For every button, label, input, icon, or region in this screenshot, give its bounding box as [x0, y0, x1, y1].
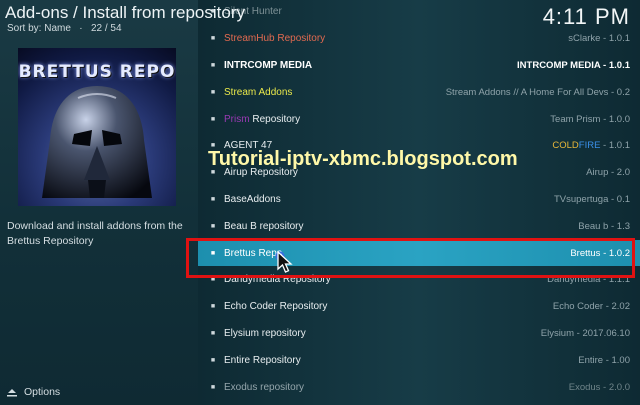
list-item-meta: Brettus - 1.0.2 [570, 247, 630, 259]
helmet-icon [42, 86, 152, 198]
bullet-icon: ■ [210, 249, 216, 257]
list-item[interactable]: ■ Beau B repository Beau b - 1.3 [198, 213, 640, 240]
list-item[interactable]: ■ Prism Repository Team Prism - 1.0.0 [198, 106, 640, 133]
list-position: 22 / 54 [90, 23, 122, 34]
list-item-name: Brettus Repo [224, 247, 283, 259]
list-item-name: StreamHub Repository [224, 33, 326, 45]
list-item-name: INTRCOMP MEDIA [224, 59, 313, 71]
bullet-icon: ■ [210, 88, 216, 96]
list-item-meta: Exodus - 2.0.0 [568, 381, 630, 393]
list-item-meta-part: - 1.0.1 [600, 140, 630, 152]
addon-thumbnail: BRETTUS REPO [18, 48, 176, 206]
bullet-icon: ■ [210, 222, 216, 230]
list-item[interactable]: ■ Brettus Repo Brettus - 1.0.2 [198, 239, 640, 267]
bullet-icon: ■ [210, 35, 216, 43]
list-item-meta: Airup - 2.0 [586, 167, 630, 179]
list-item-meta-part: COLD [552, 140, 579, 152]
list-item-meta: INTRCOMP MEDIA - 1.0.1 [517, 59, 630, 71]
list-item-name: Beau B repository [224, 220, 304, 232]
list-item-name: BaseAddons [224, 193, 281, 205]
list-item[interactable]: ■ BaseAddons TVsupertuga - 0.1 [198, 186, 640, 213]
bullet-icon: ■ [210, 115, 216, 123]
list-item[interactable]: ■ Exodus repository Exodus - 2.0.0 [198, 374, 640, 401]
list-item-meta: TVsupertuga - 0.1 [553, 193, 630, 205]
addon-description: Download and install addons from the Bre… [7, 220, 183, 247]
clock: 4:11 PM [542, 4, 630, 29]
list-item[interactable]: ■ Echo Coder Repository Echo Coder - 2.02 [198, 293, 640, 320]
list-item-name-text: Repository [252, 113, 301, 125]
page-title: Add-ons / Install from repository [5, 3, 245, 22]
options-icon [7, 389, 17, 397]
list-item-meta: Stream Addons // A Home For All Devs - 0… [445, 86, 630, 98]
bullet-icon: ■ [210, 61, 216, 69]
bullet-icon: ■ [210, 303, 216, 311]
list-item-name: Entire Repository [224, 354, 301, 366]
list-item-meta: Entire - 1.00 [578, 354, 630, 366]
list-item-meta: COLDFIRE - 1.0.1 [552, 140, 630, 151]
options-label: Options [24, 386, 61, 398]
list-item-meta: Echo Coder - 2.02 [552, 301, 630, 313]
watermark-text: Tutorial-iptv-xbmc.blogspot.com [208, 148, 518, 170]
bullet-icon: ■ [210, 276, 216, 284]
list-item-name-prefix: Prism [224, 113, 250, 125]
list-item[interactable]: ■ INTRCOMP MEDIA INTRCOMP MEDIA - 1.0.1 [198, 52, 640, 79]
sort-label[interactable]: Sort by: Name · 22 / 54 [7, 23, 122, 34]
bullet-icon: ■ [210, 195, 216, 203]
list-item-name: Exodus repository [224, 381, 305, 393]
list-item[interactable]: ■ Entire Repository Entire - 1.00 [198, 347, 640, 374]
list-item-name: Prism Repository [224, 114, 300, 125]
list-item-meta: Dandymedia - 1.1.1 [547, 274, 630, 286]
list-item[interactable]: ■ Stream Addons Stream Addons // A Home Fo… [198, 79, 640, 106]
list-item-name: Stream Addons [224, 86, 293, 98]
list-item[interactable]: ■ Dandymedia Repository Dandymedia - 1.1.1 [198, 267, 640, 294]
bullet-icon: ■ [210, 383, 216, 391]
info-panel: Sort by: Name · 22 / 54 BRETTUS REPO Dow… [0, 0, 198, 405]
list-item-name: Echo Coder Repository [224, 301, 328, 313]
bullet-icon: ■ [210, 356, 216, 364]
list-item-meta: sClarke - 1.0.1 [568, 33, 630, 45]
options-button[interactable]: Options [6, 386, 60, 398]
list-item-meta: Beau b - 1.3 [578, 220, 630, 232]
list-item[interactable]: ■ Elysium repository Elysium - 2017.06.10 [198, 320, 640, 347]
list-item-meta: Elysium - 2017.06.10 [540, 327, 630, 339]
sort-by-text: Sort by: Name [7, 23, 71, 34]
list-item-name: Dandymedia Repository [224, 274, 331, 286]
mouse-pointer-icon [277, 250, 293, 273]
list-item-name: Elysium repository [224, 327, 306, 339]
list-item-meta-part: FIRE [578, 140, 601, 152]
list-item-meta: Team Prism - 1.0.0 [550, 113, 630, 125]
bullet-icon: ■ [210, 329, 216, 337]
repository-list: ■ Silent Hunter ■ StreamHub Repository sClar… [198, 0, 640, 405]
